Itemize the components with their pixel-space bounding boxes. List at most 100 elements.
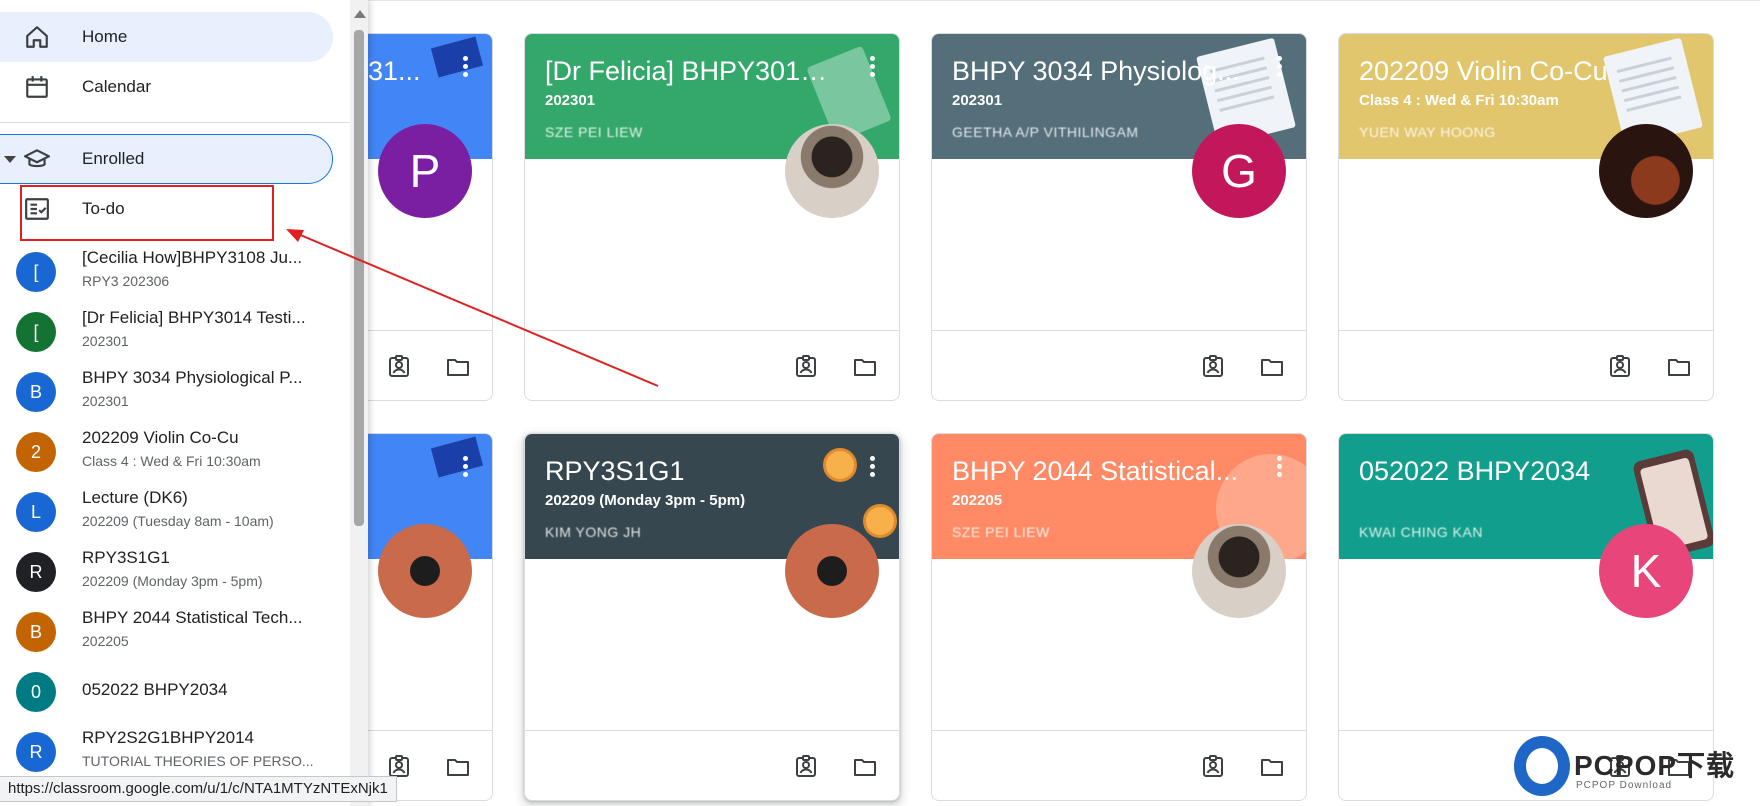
course-section: 202301 xyxy=(952,92,1003,109)
nav-item-home[interactable]: Home xyxy=(0,12,333,62)
nav-item-label: Home xyxy=(82,27,128,46)
course-section: 202209 (Monday 3pm - 5pm) xyxy=(545,492,746,509)
class-avatar: B xyxy=(16,612,56,652)
drawer-divider xyxy=(0,122,350,123)
more-options-icon[interactable] xyxy=(1276,56,1282,78)
course-title[interactable]: 202209 Violin Co-Cu xyxy=(1359,54,1649,88)
class-subtitle: Class 4 : Wed & Fri 10:30am xyxy=(82,453,261,469)
course-title[interactable]: BHPY 3034 Physiolog... xyxy=(952,54,1242,88)
course-card[interactable]: 202209 Violin Co-Cu Class 4 : Wed & Fri … xyxy=(1338,33,1714,401)
class-subtitle: 202209 (Monday 3pm - 5pm) xyxy=(82,573,263,589)
more-options-icon[interactable] xyxy=(462,56,468,78)
course-title[interactable]: [Dr Felicia] BHPY3014... xyxy=(545,54,835,88)
class-name: 202209 Violin Co-Cu xyxy=(82,428,239,447)
assignment-ind-icon[interactable] xyxy=(793,755,819,779)
class-avatar: L xyxy=(16,492,56,532)
course-teacher: SZE PEI LIEW xyxy=(952,524,1050,540)
class-subtitle: 202209 (Tuesday 8am - 10am) xyxy=(82,513,274,529)
assignment-ind-icon[interactable] xyxy=(386,355,412,379)
teacher-avatar: P xyxy=(378,124,472,218)
class-subtitle: TUTORIAL THEORIES OF PERSO... xyxy=(82,753,314,769)
course-title[interactable]: 31... xyxy=(368,54,488,88)
sidebar-class-item[interactable]: R RPY2S2G1BHPY2014 TUTORIAL THEORIES OF … xyxy=(0,722,330,782)
folder-icon[interactable] xyxy=(445,355,471,379)
class-name: [Dr Felicia] BHPY3014 Testi... xyxy=(82,308,306,327)
card-footer xyxy=(932,330,1306,400)
course-card[interactable]: BHPY 3034 Physiolog... 202301 GEETHA A/P… xyxy=(931,33,1307,401)
pcpop-logo-icon xyxy=(1514,736,1570,796)
more-options-icon[interactable] xyxy=(1276,456,1282,478)
card-footer xyxy=(525,730,899,800)
teacher-avatar xyxy=(1599,124,1693,218)
sidebar-class-item[interactable]: 0 052022 BHPY2034 xyxy=(0,662,330,722)
scroll-up-arrow-icon[interactable] xyxy=(354,10,366,18)
course-title[interactable]: BHPY 2044 Statistical... xyxy=(952,454,1242,488)
sidebar-class-item[interactable]: 2 202209 Violin Co-Cu Class 4 : Wed & Fr… xyxy=(0,422,330,482)
course-teacher: GEETHA A/P VITHILINGAM xyxy=(952,124,1139,140)
sidebar-class-item[interactable]: [ [Dr Felicia] BHPY3014 Testi... 202301 xyxy=(0,302,330,362)
course-card[interactable]: RPY3S1G1 202209 (Monday 3pm - 5pm) KIM Y… xyxy=(524,433,900,801)
sidebar-class-item[interactable]: L Lecture (DK6) 202209 (Tuesday 8am - 10… xyxy=(0,482,330,542)
navigation-drawer: Home Calendar Enrolled To-do [ [Cecilia … xyxy=(0,0,368,806)
home-icon xyxy=(26,26,48,48)
course-teacher: KIM YONG JH xyxy=(545,524,642,540)
course-card[interactable]: BHPY 2044 Statistical... 202205 SZE PEI … xyxy=(931,433,1307,801)
folder-icon[interactable] xyxy=(1259,355,1285,379)
teacher-avatar xyxy=(785,524,879,618)
sidebar-class-item[interactable]: B BHPY 2044 Statistical Tech... 202205 xyxy=(0,602,330,662)
nav-item-label: Calendar xyxy=(82,77,151,96)
class-avatar: R xyxy=(16,732,56,772)
drawer-scrollbar[interactable] xyxy=(350,0,368,806)
folder-icon[interactable] xyxy=(445,755,471,779)
class-name: BHPY 3034 Physiological P... xyxy=(82,368,303,387)
class-subtitle: 202301 xyxy=(82,393,129,409)
chevron-down-icon[interactable] xyxy=(4,156,16,163)
teacher-avatar xyxy=(785,124,879,218)
assignment-ind-icon[interactable] xyxy=(1607,355,1633,379)
class-name: 052022 BHPY2034 xyxy=(82,680,228,699)
watermark-subtitle: PCPOP Download xyxy=(1576,780,1673,791)
card-footer xyxy=(525,330,899,400)
nav-item-calendar[interactable]: Calendar xyxy=(0,62,333,112)
course-section: Class 4 : Wed & Fri 10:30am xyxy=(1359,92,1559,109)
assignment-ind-icon[interactable] xyxy=(1200,355,1226,379)
class-avatar: 0 xyxy=(16,672,56,712)
course-teacher: KWAI CHING KAN xyxy=(1359,524,1483,540)
course-section: 202205 xyxy=(952,492,1003,509)
calendar-icon xyxy=(26,76,48,98)
more-options-icon[interactable] xyxy=(462,456,468,478)
course-teacher: SZE PEI LIEW xyxy=(545,124,643,140)
class-name: Lecture (DK6) xyxy=(82,488,188,507)
more-options-icon[interactable] xyxy=(869,456,875,478)
class-name: BHPY 2044 Statistical Tech... xyxy=(82,608,303,627)
star-badge-icon xyxy=(863,504,897,538)
teacher-avatar: G xyxy=(1192,124,1286,218)
folder-icon[interactable] xyxy=(852,755,878,779)
more-options-icon[interactable] xyxy=(869,56,875,78)
nav-item-enrolled[interactable]: Enrolled xyxy=(0,134,333,184)
course-title[interactable]: 052022 BHPY2034 xyxy=(1359,454,1649,488)
course-card[interactable]: [Dr Felicia] BHPY3014... 202301 SZE PEI … xyxy=(524,33,900,401)
assignment-ind-icon[interactable] xyxy=(793,355,819,379)
class-avatar: R xyxy=(16,552,56,592)
teacher-avatar: K xyxy=(1599,524,1693,618)
class-subtitle: 202205 xyxy=(82,633,129,649)
scrollbar-thumb[interactable] xyxy=(354,30,364,526)
sidebar-class-item[interactable]: B BHPY 3034 Physiological P... 202301 xyxy=(0,362,330,422)
sidebar-class-item[interactable]: R RPY3S1G1 202209 (Monday 3pm - 5pm) xyxy=(0,542,330,602)
folder-icon[interactable] xyxy=(1666,355,1692,379)
folder-icon[interactable] xyxy=(852,355,878,379)
sidebar-class-item[interactable]: [ [Cecilia How]BHPY3108 Ju... RPY3 20230… xyxy=(0,242,330,302)
card-footer xyxy=(1339,330,1713,400)
folder-icon[interactable] xyxy=(1259,755,1285,779)
class-name: [Cecilia How]BHPY3108 Ju... xyxy=(82,248,303,267)
card-footer xyxy=(932,730,1306,800)
class-avatar: [ xyxy=(16,312,56,352)
teacher-avatar xyxy=(378,524,472,618)
assignment-ind-icon[interactable] xyxy=(1200,755,1226,779)
annotation-highlight-box xyxy=(20,185,274,241)
class-avatar: 2 xyxy=(16,432,56,472)
class-subtitle: RPY3 202306 xyxy=(82,273,170,289)
course-title[interactable]: RPY3S1G1 xyxy=(545,454,835,488)
watermark-brand: PCPOP下载 xyxy=(1574,750,1736,781)
